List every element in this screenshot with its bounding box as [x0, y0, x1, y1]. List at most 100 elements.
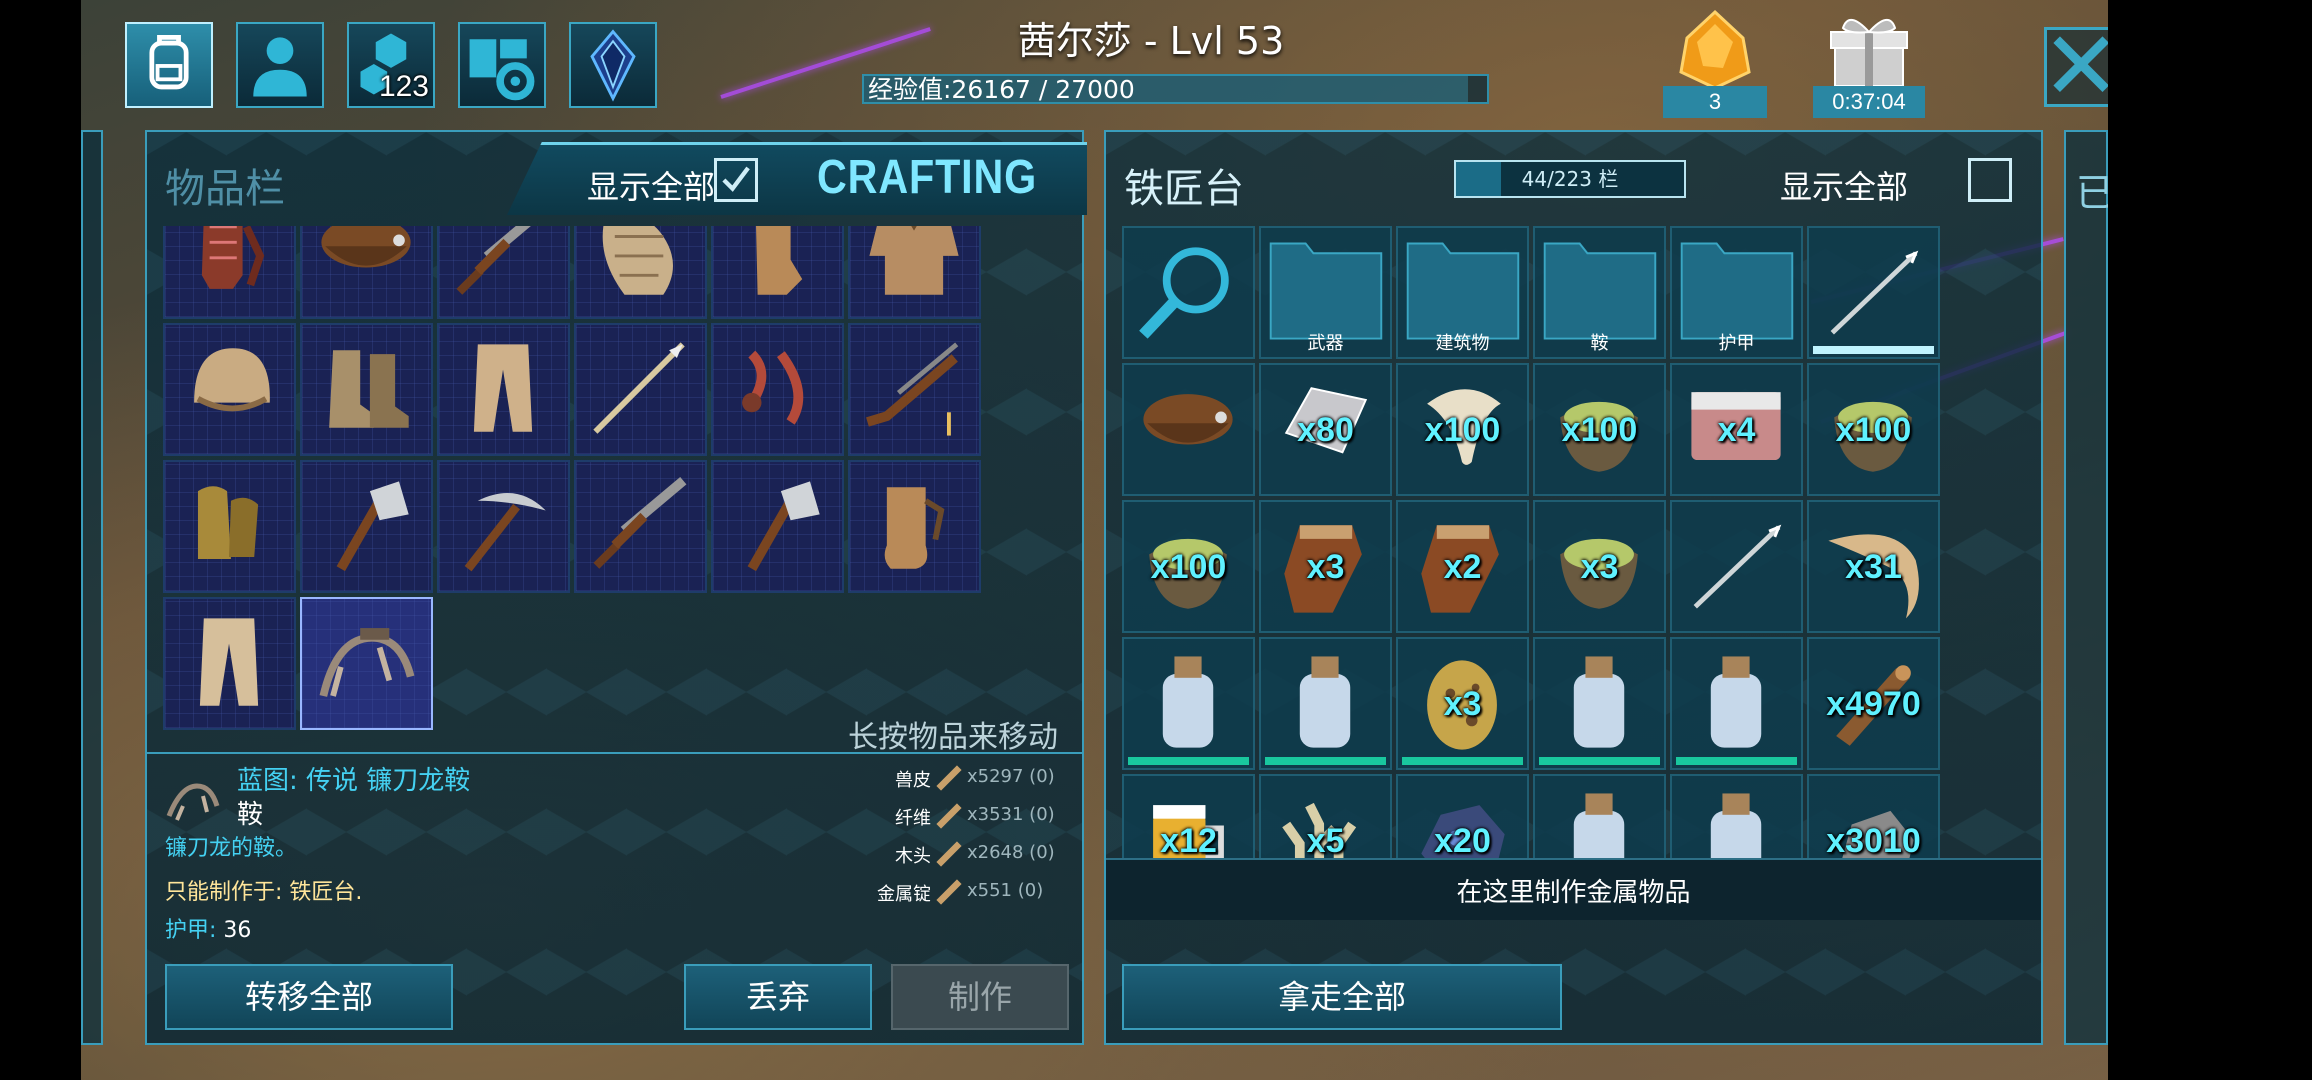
- smithy-slot[interactable]: x100: [1807, 363, 1940, 496]
- transfer-all-button[interactable]: 转移全部: [165, 964, 453, 1030]
- character-tab-button[interactable]: [236, 22, 324, 108]
- durability-bar: [1539, 757, 1660, 765]
- gloves-icon: [201, 226, 265, 289]
- smithy-slot[interactable]: x31: [1807, 500, 1940, 633]
- requirement-name: 木头: [895, 846, 931, 867]
- folder-label: 护甲: [1718, 333, 1755, 354]
- smithy-slot[interactable]: x3: [1533, 500, 1666, 633]
- backpack-icon: [149, 34, 189, 90]
- item-quantity: x80: [1297, 411, 1354, 449]
- engram-points-count: 123: [378, 70, 429, 103]
- spear-icon: [593, 342, 685, 434]
- inventory-slot[interactable]: [437, 226, 570, 319]
- inventory-grid: [163, 226, 993, 746]
- tek-tab-button[interactable]: [569, 22, 657, 108]
- item-quantity: x3: [1443, 685, 1482, 723]
- amber-currency[interactable]: 3: [1663, 8, 1767, 118]
- smithy-slot[interactable]: x4: [1670, 363, 1803, 496]
- drop-button[interactable]: 丢弃: [684, 964, 872, 1030]
- smithy-slot[interactable]: x100: [1533, 363, 1666, 496]
- durability-bar: [1265, 757, 1386, 765]
- inventory-slot[interactable]: [574, 323, 707, 456]
- folder-label: 武器: [1307, 333, 1344, 354]
- item-quantity: x4970: [1826, 685, 1921, 723]
- item-quantity: x2: [1443, 548, 1482, 586]
- smithy-slot[interactable]: [1670, 774, 1803, 858]
- inventory-title: 物品栏: [165, 166, 285, 212]
- smithy-slot[interactable]: [1807, 226, 1940, 359]
- smithy-slot[interactable]: x3010: [1807, 774, 1940, 858]
- inventory-slot[interactable]: [437, 460, 570, 593]
- inventory-slot[interactable]: [848, 460, 981, 593]
- durability-bar: [1402, 757, 1523, 765]
- rifle-icon: [866, 342, 959, 436]
- settings-tab-button[interactable]: [458, 22, 546, 108]
- craft-button[interactable]: 制作: [891, 964, 1069, 1030]
- inventory-slot[interactable]: [711, 323, 844, 456]
- harpoon-icon: [1830, 250, 1919, 335]
- inventory-slot[interactable]: [711, 460, 844, 593]
- smithy-slot[interactable]: x3: [1396, 637, 1529, 770]
- smithy-slot[interactable]: [1533, 637, 1666, 770]
- smithy-slot[interactable]: x3: [1259, 500, 1392, 633]
- close-button[interactable]: [2044, 27, 2108, 107]
- smithy-slot[interactable]: [1533, 774, 1666, 858]
- hatchet-icon: [747, 481, 820, 572]
- cloth-sleeve-icon: [602, 226, 673, 295]
- hide-gloves-icon: [884, 487, 945, 569]
- item-quantity: x3: [1580, 548, 1619, 586]
- durability-bar: [1128, 757, 1249, 765]
- show-all-checkbox[interactable]: [714, 158, 758, 202]
- player-name-level: 茜尔莎 - Lvl 53: [1017, 19, 1285, 63]
- shotgun-icon: [593, 476, 687, 569]
- crafting-label[interactable]: CRAFTING: [817, 150, 1037, 205]
- inventory-slot[interactable]: [300, 226, 433, 319]
- inventory-slot[interactable]: [437, 323, 570, 456]
- folder-slot[interactable]: 武器: [1259, 226, 1392, 359]
- smithy-slot[interactable]: [1122, 363, 1255, 496]
- inventory-slot[interactable]: [163, 460, 296, 593]
- inventory-slot[interactable]: [574, 460, 707, 593]
- engrams-tab-button[interactable]: 123: [347, 22, 435, 108]
- smithy-slot[interactable]: x2: [1396, 500, 1529, 633]
- folder-slot[interactable]: 建筑物: [1396, 226, 1529, 359]
- ghillie-gloves-icon: [197, 486, 259, 559]
- inventory-slot[interactable]: [848, 226, 981, 319]
- inventory-slot[interactable]: [300, 460, 433, 593]
- gift-timer[interactable]: 0:37:04: [1813, 8, 1925, 118]
- search-button[interactable]: [1122, 226, 1255, 359]
- inventory-slot[interactable]: [300, 323, 433, 456]
- smithy-slot[interactable]: [1670, 637, 1803, 770]
- smithy-slot[interactable]: x20: [1396, 774, 1529, 858]
- smithy-slot[interactable]: x5: [1259, 774, 1392, 858]
- item-name: 蓝图: 传说 镰刀龙鞍: [237, 766, 471, 796]
- folder-slot[interactable]: 护甲: [1670, 226, 1803, 359]
- smithy-slot[interactable]: x100: [1396, 363, 1529, 496]
- smithy-slot[interactable]: [1670, 500, 1803, 633]
- inventory-slot[interactable]: [848, 323, 981, 456]
- folder-slot[interactable]: 鞍: [1533, 226, 1666, 359]
- smithy-title: 铁匠台: [1124, 166, 1244, 212]
- item-quantity: x12: [1160, 822, 1217, 858]
- smithy-slot[interactable]: x80: [1259, 363, 1392, 496]
- smithy-show-all-checkbox[interactable]: [1968, 158, 2012, 202]
- status-bar: 在这里制作金属物品: [1106, 858, 2041, 920]
- inventory-slot[interactable]: [163, 323, 296, 456]
- inventory-slot[interactable]: [163, 597, 296, 730]
- inventory-slot[interactable]: [711, 226, 844, 319]
- inventory-slot[interactable]: [300, 597, 433, 730]
- requirement-name: 金属锭: [877, 884, 931, 905]
- smithy-slot[interactable]: [1259, 637, 1392, 770]
- inventory-tab-button[interactable]: [125, 22, 213, 108]
- smithy-slot[interactable]: x12: [1122, 774, 1255, 858]
- smithy-slot[interactable]: [1122, 637, 1255, 770]
- item-quantity: x3010: [1826, 822, 1921, 858]
- take-all-button[interactable]: 拿走全部: [1122, 964, 1562, 1030]
- smithy-slot[interactable]: x4970: [1807, 637, 1940, 770]
- smithy-slot[interactable]: x100: [1122, 500, 1255, 633]
- book-gear-icon: [469, 39, 535, 101]
- smithy-show-all-label: 显示全部: [1780, 168, 1909, 206]
- requirement-row: 金属锭 x551 (0): [867, 876, 1077, 910]
- inventory-slot[interactable]: [574, 226, 707, 319]
- inventory-slot[interactable]: [163, 226, 296, 319]
